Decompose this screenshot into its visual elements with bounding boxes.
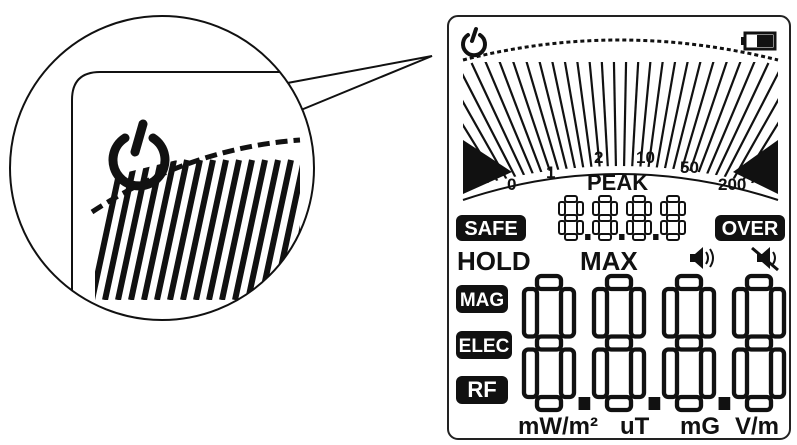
digit-segment (564, 195, 578, 203)
digit-segment (632, 233, 646, 241)
digit-segment (604, 394, 634, 413)
digit-segment (644, 220, 652, 235)
digit-segment (591, 347, 610, 400)
over-label: OVER (722, 218, 779, 240)
digit-segment (698, 347, 717, 400)
decimal-point (585, 234, 591, 240)
digit-segment (666, 195, 680, 203)
mode-mag: MAG (456, 285, 508, 313)
unit-labels: mW/m² uT mG V/m (518, 413, 779, 440)
digit-segment (610, 201, 618, 216)
scale-label-0: 0 (507, 175, 516, 194)
over-indicator: OVER (715, 215, 785, 241)
decimal-point (718, 397, 731, 410)
digit-segment (661, 286, 680, 339)
max-label: MAX (580, 246, 638, 276)
digit-segment (558, 286, 577, 339)
digit-segment (660, 220, 668, 235)
digit-segment (521, 286, 540, 339)
lcd-diagram: 0 1 2 10 50 200 PEAK SAFE OVER HOLD MAX (9, 15, 791, 440)
safe-label: SAFE (464, 218, 517, 240)
scale-label-50: 50 (680, 158, 699, 177)
decimal-point (578, 397, 591, 410)
digit-segment (678, 220, 686, 235)
digit-segment (632, 195, 646, 203)
digit-segment (592, 220, 600, 235)
digit-segment (534, 273, 564, 292)
digit-segment (731, 286, 750, 339)
digit-segment (660, 201, 668, 216)
digit-segment (598, 195, 612, 203)
digit-segment (592, 201, 600, 216)
scale-label-10: 10 (636, 148, 655, 167)
digit-segment (534, 394, 564, 413)
mode-elec: ELEC (456, 331, 512, 359)
digit-segment (610, 220, 618, 235)
decimal-point (653, 234, 659, 240)
digit-segment (604, 334, 634, 352)
digit-segment (626, 201, 634, 216)
digit-segment (744, 394, 774, 413)
safe-indicator: SAFE (456, 215, 526, 241)
battery-icon (741, 31, 777, 51)
digit-segment (558, 201, 566, 216)
callout-pointer (280, 55, 433, 114)
digit-segment (744, 334, 774, 352)
digit-segment (731, 347, 750, 400)
decimal-point (648, 397, 661, 410)
digit-segment (674, 394, 704, 413)
mode-label-elec: ELEC (459, 336, 510, 357)
digit-segment (626, 220, 634, 235)
digit-segment (604, 273, 634, 292)
digit-segment (558, 220, 566, 235)
unit-mg: mG (680, 413, 720, 440)
digit-segment (628, 347, 647, 400)
digit-segment (666, 233, 680, 241)
digit-segment (576, 220, 584, 235)
digit-segment (628, 286, 647, 339)
scale-label-200: 200 (718, 175, 746, 194)
digit-segment (674, 273, 704, 292)
digit-segment (744, 273, 774, 292)
digit-segment (768, 286, 787, 339)
hold-label: HOLD (457, 246, 531, 276)
digit-segment (598, 233, 612, 241)
digit-segment (644, 201, 652, 216)
digit-segment (678, 201, 686, 216)
unit-vm: V/m (735, 413, 779, 440)
scale-label-2: 2 (594, 148, 603, 167)
digit-segment (576, 201, 584, 216)
mode-label-rf: RF (467, 377, 496, 402)
digit-segment (661, 347, 680, 400)
digit-segment (674, 334, 704, 352)
unit-mw-m2: mW/m² (518, 413, 598, 440)
decimal-point (619, 234, 625, 240)
scale-label-1: 1 (546, 163, 555, 182)
mode-rf: RF (456, 376, 508, 404)
digit-segment (698, 286, 717, 339)
lcd-panel: 0 1 2 10 50 200 PEAK SAFE OVER HOLD MAX (447, 15, 791, 440)
peak-label: PEAK (587, 170, 648, 195)
digit-segment (558, 347, 577, 400)
digit-segment (564, 214, 578, 222)
unit-ut: uT (620, 413, 650, 440)
digit-segment (521, 347, 540, 400)
digit-segment (591, 286, 610, 339)
mode-label-mag: MAG (460, 290, 504, 311)
zoom-callout (9, 15, 433, 321)
digit-segment (632, 214, 646, 222)
digit-segment (564, 233, 578, 241)
digit-segment (598, 214, 612, 222)
digit-segment (666, 214, 680, 222)
digit-segment (534, 334, 564, 352)
digit-segment (768, 347, 787, 400)
